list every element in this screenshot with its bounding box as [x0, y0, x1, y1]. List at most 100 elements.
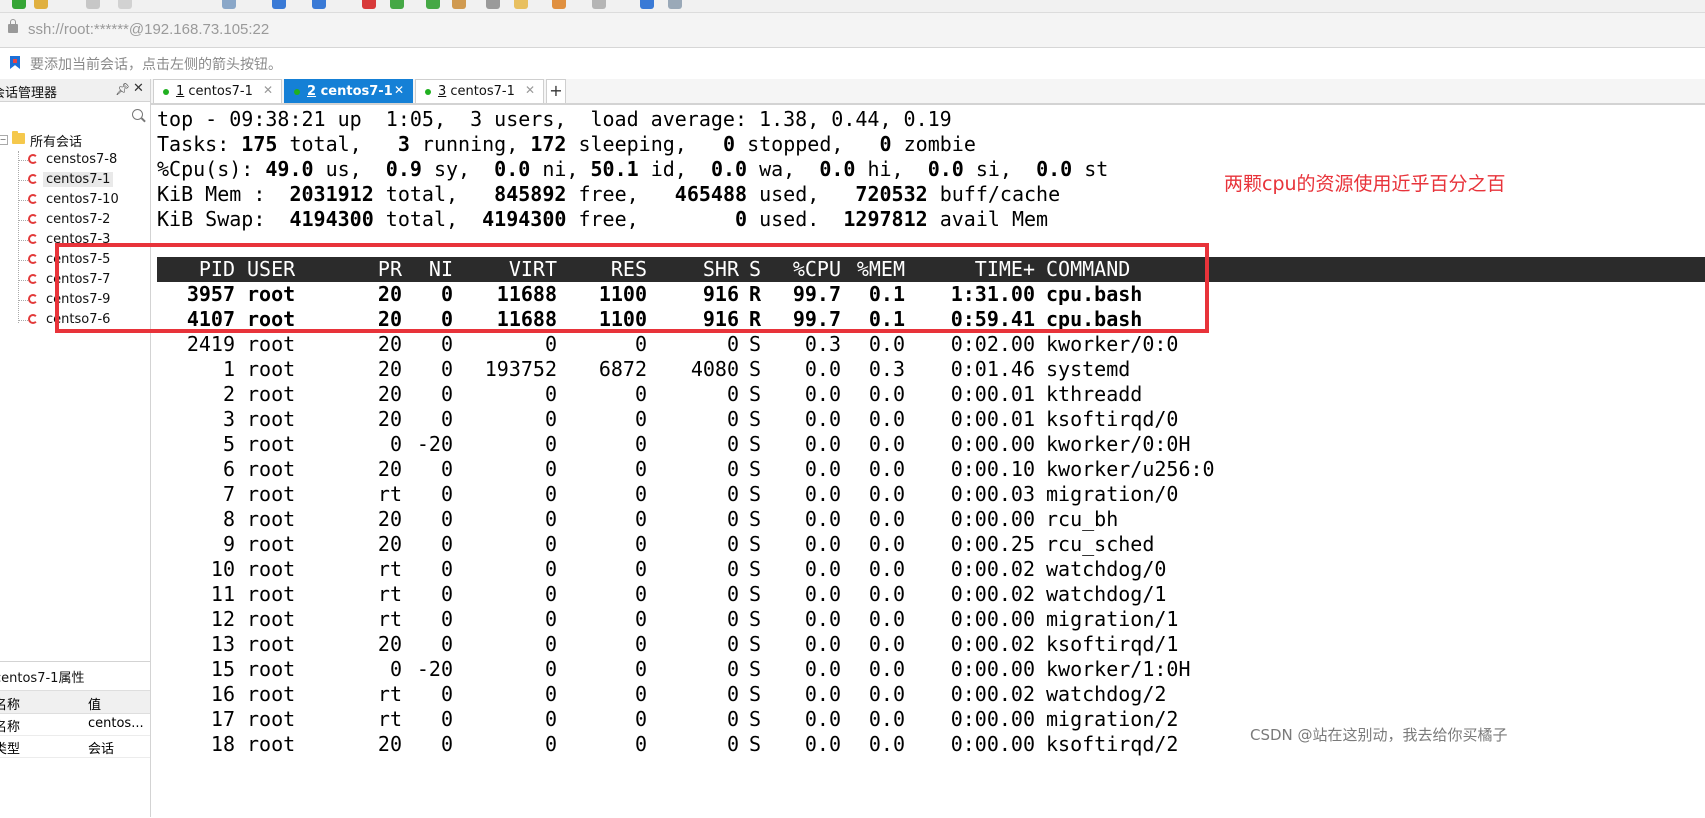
process-cell-shr: 0 — [726, 732, 739, 756]
process-cell-virt: 0 — [544, 407, 557, 431]
process-cell-state: S — [749, 407, 762, 431]
address-bar[interactable]: ssh://root:******@192.168.73.105:22 — [0, 13, 1705, 48]
process-cell-time: 0:00.00 — [950, 657, 1035, 681]
process-cell-res: 0 — [634, 582, 647, 606]
process-row: 11 root rt 0 0 0 0 S 0.0 0.0 0:00.02 watchdog/1 — [157, 582, 1357, 607]
find-icon[interactable] — [222, 0, 236, 9]
process-cell-time: 0:00.00 — [950, 432, 1035, 456]
process-cell-time: 0:00.02 — [950, 682, 1035, 706]
process-cell-mem: 0.0 — [868, 557, 905, 581]
tasks-running: 3 — [397, 132, 410, 156]
process-cell-res: 0 — [634, 482, 647, 506]
properties-header-name[interactable]: 名称 — [0, 694, 20, 713]
process-cell-user: root — [247, 707, 296, 731]
process-cell-ni: 0 — [440, 482, 453, 506]
process-cell-pid: 15 — [210, 657, 235, 681]
process-cell-pid: 8 — [222, 507, 235, 531]
process-cell-command: watchdog/2 — [1046, 682, 1167, 706]
process-cell-state: S — [749, 707, 762, 731]
session-item[interactable]: centos7-2 — [18, 211, 148, 229]
process-cell-mem: 0.0 — [868, 482, 905, 506]
address-text[interactable]: ssh://root:******@192.168.73.105:22 — [28, 21, 269, 38]
process-row: 9 root 20 0 0 0 0 S 0.0 0.0 0:00.25 rcu_sched — [157, 532, 1357, 557]
process-cell-time: 0:00.00 — [950, 607, 1035, 631]
pin-icon[interactable]: 📌︎ — [115, 82, 130, 96]
tree-icon[interactable] — [426, 0, 440, 9]
session-icon — [28, 234, 38, 244]
stop-icon[interactable] — [362, 0, 376, 9]
process-row: 1 root 20 0 193752 6872 4080 S 0.0 0.3 0:01.46 syst… — [157, 357, 1357, 382]
process-cell-pr: 20 — [377, 532, 402, 556]
process-cell-cpu: 0.0 — [804, 457, 841, 481]
process-cell-command: ksoftirqd/0 — [1046, 407, 1179, 431]
process-cell-cpu: 0.0 — [804, 557, 841, 581]
process-row: 3 root 20 0 0 0 0 S 0.0 0.0 0:00.01 ksoftirqd/0 — [157, 407, 1357, 432]
chat-icon[interactable] — [552, 0, 566, 9]
process-cell-shr: 0 — [726, 532, 739, 556]
process-cell-user: root — [247, 407, 296, 431]
tab-close-icon[interactable]: ✕ — [525, 83, 535, 97]
properties-header-value[interactable]: 值 — [88, 694, 101, 713]
process-cell-shr: 0 — [726, 682, 739, 706]
process-cell-ni: 0 — [440, 582, 453, 606]
help-icon[interactable] — [640, 0, 654, 9]
process-cell-command: kworker/0:0 — [1046, 332, 1179, 356]
bookmark-icon[interactable] — [10, 56, 20, 69]
process-cell-virt: 193752 — [484, 357, 557, 381]
session-label: centos7-1 — [43, 172, 114, 187]
collapse-icon[interactable]: − — [0, 135, 8, 145]
globe-icon[interactable] — [272, 0, 286, 9]
process-cell-state: S — [749, 632, 762, 656]
keyboard-icon[interactable] — [486, 0, 500, 9]
toolbar — [0, 0, 1705, 13]
tasks-total: 175 — [241, 132, 278, 156]
session-label: centos7-10 — [46, 192, 119, 207]
session-item[interactable]: centos7-10 — [18, 191, 148, 209]
tab-session-3[interactable]: 3 centos7-1 ✕ — [415, 79, 544, 103]
properties-header: 名称 值 — [0, 690, 150, 714]
process-row: 16 root rt 0 0 0 0 S 0.0 0.0 0:00.02 watchdog/2 — [157, 682, 1357, 707]
window-icon[interactable] — [592, 0, 606, 9]
font-icon[interactable] — [312, 0, 326, 9]
transfer-icon[interactable] — [390, 0, 404, 9]
process-cell-ni: 0 — [440, 532, 453, 556]
comment-icon[interactable] — [668, 0, 682, 9]
property-value: 会话 — [88, 742, 115, 757]
process-cell-pid: 11 — [210, 582, 235, 606]
process-row: 10 root rt 0 0 0 0 S 0.0 0.0 0:00.02 watchdog/0 — [157, 557, 1357, 582]
process-cell-virt: 0 — [544, 332, 557, 356]
process-cell-pid: 18 — [210, 732, 235, 756]
session-item[interactable]: centos7-1 — [18, 171, 148, 189]
process-cell-user: root — [247, 682, 296, 706]
process-cell-shr: 0 — [726, 632, 739, 656]
add-tab-button[interactable]: + — [546, 79, 566, 103]
tab-close-icon[interactable]: ✕ — [263, 83, 273, 97]
paste-icon[interactable] — [118, 0, 132, 9]
search-icon[interactable] — [132, 109, 143, 120]
session-icon — [28, 314, 38, 324]
new-session-icon[interactable] — [12, 0, 26, 9]
session-manager: 会话管理器 📌︎ ✕ − 所有会话 censtos7-8 centos7-1 c… — [0, 79, 151, 818]
process-cell-ni: 0 — [440, 507, 453, 531]
process-cell-command: rcu_bh — [1046, 507, 1119, 531]
process-cell-user: root — [247, 557, 296, 581]
process-cell-res: 0 — [634, 557, 647, 581]
process-row: 7 root rt 0 0 0 0 S 0.0 0.0 0:00.03 migration/0 — [157, 482, 1357, 507]
highlight-icon[interactable] — [514, 0, 528, 9]
terminal[interactable]: top - 09:38:21 up 1:05, 3 users, load av… — [152, 106, 1705, 817]
close-icon[interactable]: ✕ — [133, 81, 144, 96]
top-swap-line: KiB Swap: 4194300 total, 4194300 free, 0… — [157, 207, 1049, 231]
folder-open-icon[interactable] — [34, 0, 48, 9]
process-cell-state: S — [749, 682, 762, 706]
process-cell-shr: 0 — [726, 457, 739, 481]
process-cell-virt: 0 — [544, 507, 557, 531]
process-cell-shr: 0 — [726, 332, 739, 356]
copy-icon[interactable] — [86, 0, 100, 9]
tab-session-1[interactable]: 1 centos7-1 ✕ — [153, 79, 282, 103]
tab-close-icon[interactable]: ✕ — [394, 83, 404, 97]
tasks-sleeping: 172 — [530, 132, 567, 156]
lock-toolbar-icon[interactable] — [452, 0, 466, 9]
session-item[interactable]: censtos7-8 — [18, 151, 148, 169]
process-cell-ni: 0 — [440, 682, 453, 706]
tab-session-2[interactable]: 2 centos7-1 ✕ — [284, 79, 413, 103]
